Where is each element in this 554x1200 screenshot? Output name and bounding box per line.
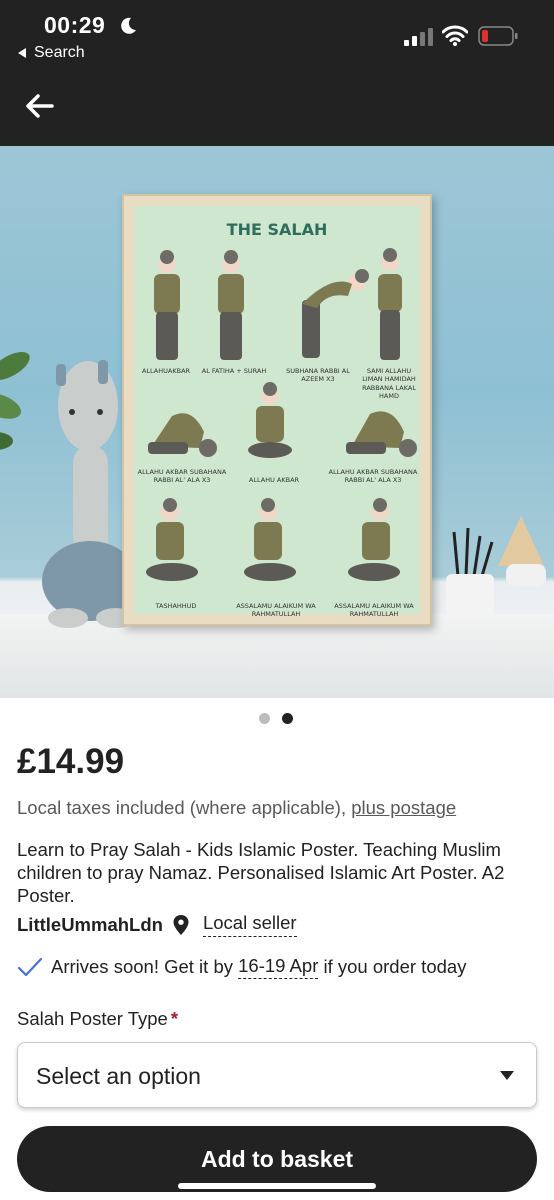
pose-label: TASHAHHUD	[155, 602, 197, 610]
poster-row1-figures	[154, 248, 402, 360]
moon-icon	[121, 17, 136, 34]
pose-label: ASSALAMU ALAIKUM WA RAHMATULLAH	[334, 602, 414, 619]
check-icon	[17, 957, 43, 977]
taxes-note: Local taxes included (where applicable),…	[17, 797, 456, 819]
pagination-dot[interactable]	[259, 713, 270, 724]
back-triangle-icon	[18, 48, 26, 58]
taxes-text: Local taxes included (where applicable),	[17, 797, 352, 818]
chevron-down-icon	[500, 1071, 514, 1080]
pagination-dot-active[interactable]	[282, 713, 293, 724]
seller-row: LittleUmmahLdn Local seller	[17, 912, 297, 937]
pencil-cup	[446, 527, 494, 618]
battery-icon	[478, 26, 518, 46]
back-to-app-link[interactable]: Search	[18, 44, 85, 62]
arrival-dates-link[interactable]: 16-19 Apr	[238, 955, 319, 979]
product-title: Learn to Pray Salah - Kids Islamic Poste…	[17, 839, 505, 906]
home-indicator	[178, 1183, 376, 1189]
pose-label: ALLAHUAKBAR	[141, 367, 191, 375]
top-bar: 00:29 Search	[0, 0, 554, 146]
pose-label: ALLAHU AKBAR SUBAHANA RABBI AL' ALA X3	[137, 468, 227, 485]
back-to-app-label: Search	[34, 44, 85, 61]
variation-label: Salah Poster Type *	[17, 1008, 178, 1030]
salah-poster: THE SALAH ALLAHUAKBAR AL FATIHA + SURAH …	[134, 206, 420, 618]
product-price: £14.99	[17, 742, 125, 781]
required-mark: *	[170, 1008, 179, 1029]
arrow-left-icon[interactable]	[24, 92, 56, 120]
poster-title: THE SALAH	[226, 220, 328, 239]
image-pagination	[259, 713, 293, 724]
pose-label: ALLAHU AKBAR	[248, 476, 300, 484]
local-seller-link[interactable]: Local seller	[202, 912, 297, 937]
delivery-estimate: Arrives soon! Get it by 16-19 Apr if you…	[17, 955, 466, 979]
seller-name-link[interactable]: LittleUmmahLdn	[17, 914, 163, 936]
cellular-signal-icon	[404, 28, 433, 46]
postage-link[interactable]: plus postage	[351, 797, 456, 818]
product-image[interactable]: THE SALAH ALLAHUAKBAR AL FATIHA + SURAH …	[0, 146, 554, 698]
pose-label: ASSALAMU ALAIKUM WA RAHMATULLAH	[236, 602, 316, 619]
arrives-prefix: Arrives soon! Get it by	[51, 956, 239, 977]
arrives-suffix: if you order today	[318, 956, 467, 977]
wifi-icon	[442, 25, 468, 46]
status-time: 00:29	[44, 12, 106, 38]
poster-frame: THE SALAH ALLAHUAKBAR AL FATIHA + SURAH …	[122, 194, 432, 626]
decor-cone	[498, 516, 546, 586]
poster-row3-figures	[146, 498, 400, 581]
pose-label: AL FATIHA + SURAH	[201, 367, 267, 375]
variation-select[interactable]: Select an option	[17, 1042, 537, 1108]
variation-label-text: Salah Poster Type	[17, 1008, 168, 1029]
pose-label: ALLAHU AKBAR SUBAHANA RABBI AL' ALA X3	[328, 468, 418, 485]
poster-row2-figures	[148, 382, 417, 458]
location-pin-icon	[173, 914, 189, 935]
variation-selected-value: Select an option	[36, 1063, 201, 1089]
